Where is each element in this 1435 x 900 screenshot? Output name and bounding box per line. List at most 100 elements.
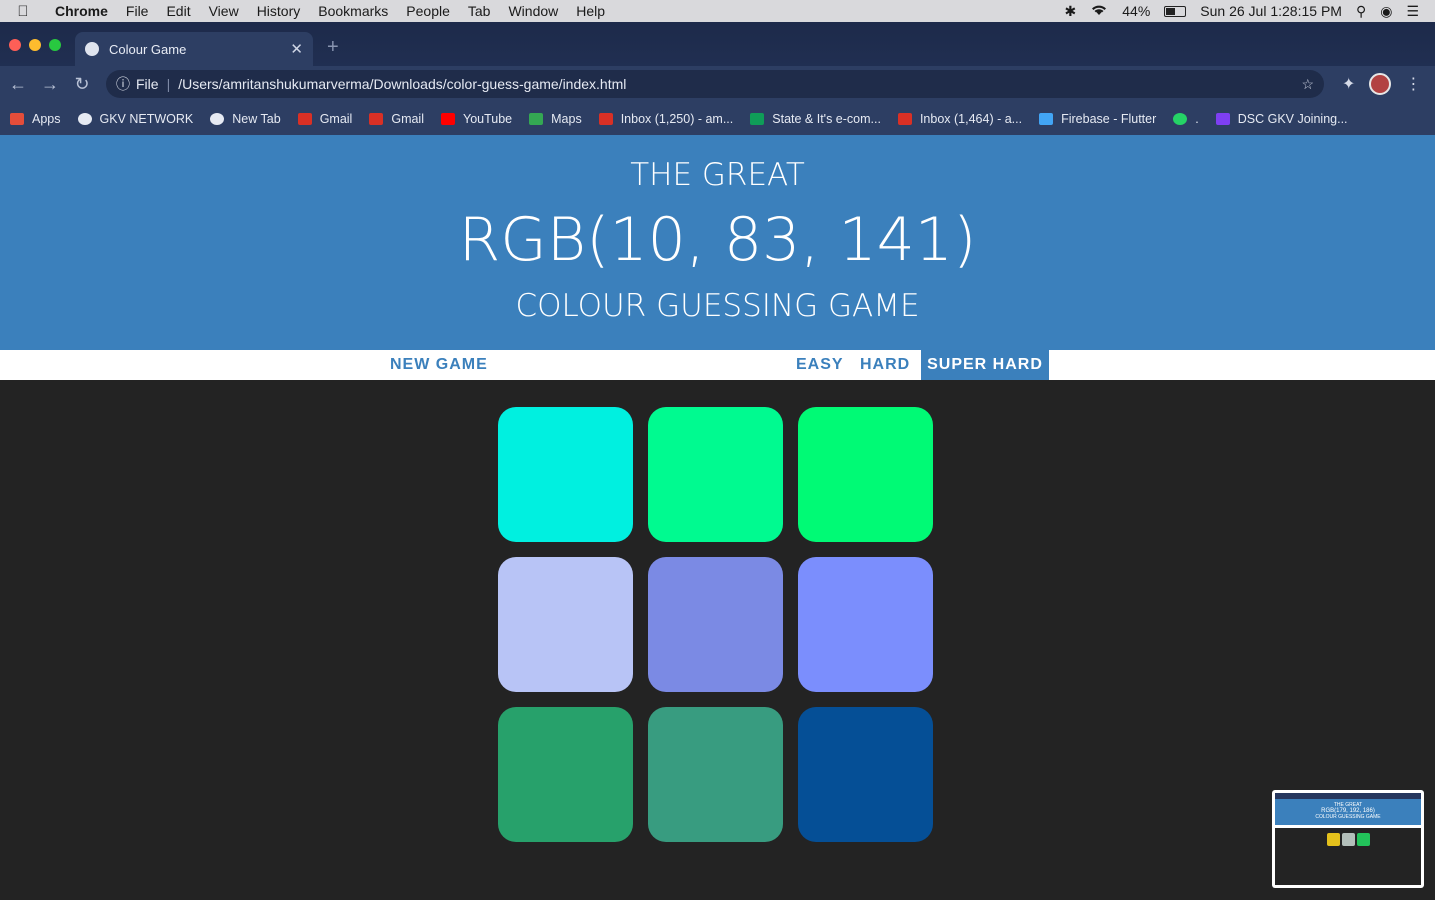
bookmark-label: State & It's e-com... xyxy=(772,111,881,126)
bookmark-label: Maps xyxy=(551,111,582,126)
bookmarks-bar: Apps GKV NETWORK New Tab Gmail Gmail YouTube M… xyxy=(0,102,1435,135)
globe-icon xyxy=(210,112,225,125)
bookmark-item[interactable]: DSC GKV Joining... xyxy=(1215,111,1348,126)
flutter-icon xyxy=(1039,112,1054,125)
bookmark-item[interactable]: New Tab xyxy=(210,111,281,126)
minimize-window-button[interactable] xyxy=(29,39,41,51)
easy-mode-button[interactable]: EASY xyxy=(790,350,850,380)
more-menu-icon[interactable]: ⋮ xyxy=(1405,74,1421,94)
bookmark-item[interactable]: Gmail xyxy=(297,111,353,126)
youtube-icon xyxy=(441,112,455,125)
thumbnail-stripe xyxy=(1275,825,1421,828)
siri-icon[interactable]: ◉ xyxy=(1380,3,1392,20)
game-header: THE GREAT RGB(10, 83, 141) COLOUR GUESSI… xyxy=(0,135,1435,350)
screenshot-thumbnail[interactable]: THE GREAT RGB(179, 192, 186) COLOUR GUES… xyxy=(1272,790,1424,888)
window-controls xyxy=(9,39,61,51)
colour-square[interactable] xyxy=(798,557,933,692)
thumbnail-title-bottom: COLOUR GUESSING GAME xyxy=(1315,814,1381,820)
menu-tab[interactable]: Tab xyxy=(459,3,500,19)
controls-stripe: NEW GAME EASY HARD SUPER HARD xyxy=(0,350,1435,380)
colour-square[interactable] xyxy=(648,557,783,692)
bookmark-item[interactable]: . xyxy=(1173,111,1199,126)
reload-icon[interactable]: ↻ xyxy=(66,74,98,95)
browser-window-chrome: Colour Game ✕ + ← → ↻ ⓘ File | /Users/am… xyxy=(0,22,1435,135)
clock[interactable]: Sun 26 Jul 1:28:15 PM xyxy=(1200,3,1342,19)
thumbnail-header: THE GREAT RGB(179, 192, 186) COLOUR GUES… xyxy=(1275,799,1421,825)
menu-file[interactable]: File xyxy=(117,3,158,19)
thumbnail-colour-square xyxy=(1356,833,1370,846)
bookmark-label: Firebase - Flutter xyxy=(1061,111,1157,126)
apps-grid-icon xyxy=(10,112,24,125)
colour-square[interactable] xyxy=(498,407,633,542)
colour-square[interactable] xyxy=(798,707,933,842)
menu-bookmarks[interactable]: Bookmarks xyxy=(309,3,397,19)
menu-people[interactable]: People xyxy=(397,3,459,19)
bookmark-star-icon[interactable]: ☆ xyxy=(1301,76,1314,93)
colour-square-grid xyxy=(498,407,933,842)
new-game-button[interactable]: NEW GAME xyxy=(384,350,494,380)
tab-colour-game[interactable]: Colour Game ✕ xyxy=(75,32,313,66)
hard-mode-button[interactable]: HARD xyxy=(854,350,916,380)
url-scheme-label: File xyxy=(136,76,159,92)
bookmark-item[interactable]: YouTube xyxy=(441,112,512,126)
close-window-button[interactable] xyxy=(9,39,21,51)
profile-avatar[interactable] xyxy=(1369,73,1392,95)
sheets-icon xyxy=(750,112,765,125)
spotlight-search-icon[interactable]: ⚲ xyxy=(1356,3,1366,20)
menu-window[interactable]: Window xyxy=(499,3,567,19)
bookmark-item[interactable]: Apps xyxy=(10,112,61,126)
close-tab-icon[interactable]: ✕ xyxy=(290,40,303,58)
colour-square[interactable] xyxy=(648,707,783,842)
bookmark-item[interactable]: Gmail xyxy=(369,112,424,126)
bookmark-item[interactable]: Inbox (1,464) - a... xyxy=(897,111,1023,126)
battery-icon[interactable] xyxy=(1164,5,1187,17)
thumbnail-colour-square xyxy=(1341,833,1355,846)
bookmark-item[interactable]: Inbox (1,250) - am... xyxy=(598,111,734,126)
forms-icon xyxy=(1215,112,1230,125)
control-center-icon[interactable]: ☰ xyxy=(1406,3,1419,20)
bookmark-label: Apps xyxy=(32,111,61,126)
new-tab-icon[interactable]: + xyxy=(327,36,339,59)
colour-square[interactable] xyxy=(498,707,633,842)
bookmark-item[interactable]: Maps xyxy=(529,112,582,126)
back-arrow-icon[interactable]: ← xyxy=(2,74,34,95)
gmail-icon xyxy=(897,112,912,125)
bluetooth-icon[interactable]: ✱ xyxy=(1065,3,1077,20)
zoom-window-button[interactable] xyxy=(49,39,61,51)
bookmark-item[interactable]: Firebase - Flutter xyxy=(1039,112,1156,126)
forward-arrow-icon[interactable]: → xyxy=(34,74,66,95)
whatsapp-icon xyxy=(1173,112,1188,125)
maps-icon xyxy=(529,112,544,125)
bookmark-label: Inbox (1,464) - a... xyxy=(919,111,1023,126)
colour-square[interactable] xyxy=(498,557,633,692)
thumbnail-preview: THE GREAT RGB(179, 192, 186) COLOUR GUES… xyxy=(1275,793,1421,885)
menu-history[interactable]: History xyxy=(248,3,310,19)
info-icon[interactable]: ⓘ xyxy=(116,74,130,94)
bookmark-label: GKV NETWORK xyxy=(99,111,194,126)
title-colour-guessing-game: COLOUR GUESSING GAME xyxy=(515,288,920,324)
wifi-icon[interactable] xyxy=(1090,3,1108,19)
bookmark-label: DSC GKV Joining... xyxy=(1237,111,1348,126)
colour-square[interactable] xyxy=(798,407,933,542)
apple-menu-icon[interactable]:  xyxy=(0,3,46,20)
bookmark-label: Inbox (1,250) - am... xyxy=(620,111,734,126)
menu-help[interactable]: Help xyxy=(567,3,614,19)
bookmark-item[interactable]: GKV NETWORK xyxy=(77,111,194,126)
thumbnail-colour-square xyxy=(1326,833,1340,846)
menu-edit[interactable]: Edit xyxy=(157,3,199,19)
menu-app-name[interactable]: Chrome xyxy=(46,3,117,19)
tab-title: Colour Game xyxy=(109,41,187,57)
super-hard-mode-button[interactable]: SUPER HARD xyxy=(921,350,1049,380)
title-the-great: THE GREAT xyxy=(630,157,805,193)
url-text[interactable]: /Users/amritanshukumarverma/Downloads/co… xyxy=(178,76,626,92)
bookmark-item[interactable]: State & It's e-com... xyxy=(750,112,881,126)
extensions-puzzle-icon[interactable]: ✦ xyxy=(1342,74,1355,94)
address-bar[interactable]: ⓘ File | /Users/amritanshukumarverma/Dow… xyxy=(106,70,1324,98)
url-separator: | xyxy=(166,76,171,92)
menu-view[interactable]: View xyxy=(200,3,248,19)
bookmark-label: New Tab xyxy=(232,111,281,126)
colour-square[interactable] xyxy=(648,407,783,542)
bookmark-label: Gmail xyxy=(319,111,353,126)
gmail-icon xyxy=(598,112,613,125)
bookmark-label: . xyxy=(1195,111,1199,126)
